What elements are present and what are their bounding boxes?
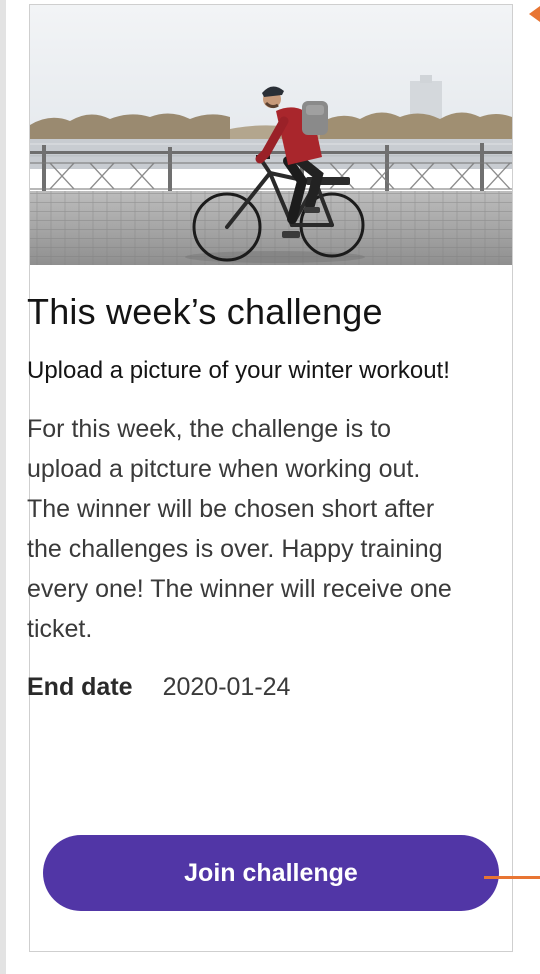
challenge-content: This week’s challenge Upload a picture o…: [27, 290, 457, 702]
canvas-left-edge: [0, 0, 6, 974]
prototype-connector-line: [484, 876, 540, 879]
end-date-value: 2020-01-24: [162, 673, 291, 702]
end-date-label: End date: [27, 673, 133, 702]
prototype-connector-arrow-icon: [529, 6, 540, 22]
join-challenge-button[interactable]: Join challenge: [43, 835, 499, 911]
challenge-subtitle: Upload a picture of your winter workout!: [27, 357, 450, 385]
challenge-title: This week’s challenge: [27, 291, 383, 332]
end-date-row: End date 2020-01-24: [27, 673, 457, 702]
challenge-hero-image: [30, 5, 512, 265]
challenge-description: For this week, the challenge is to uploa…: [27, 415, 452, 644]
